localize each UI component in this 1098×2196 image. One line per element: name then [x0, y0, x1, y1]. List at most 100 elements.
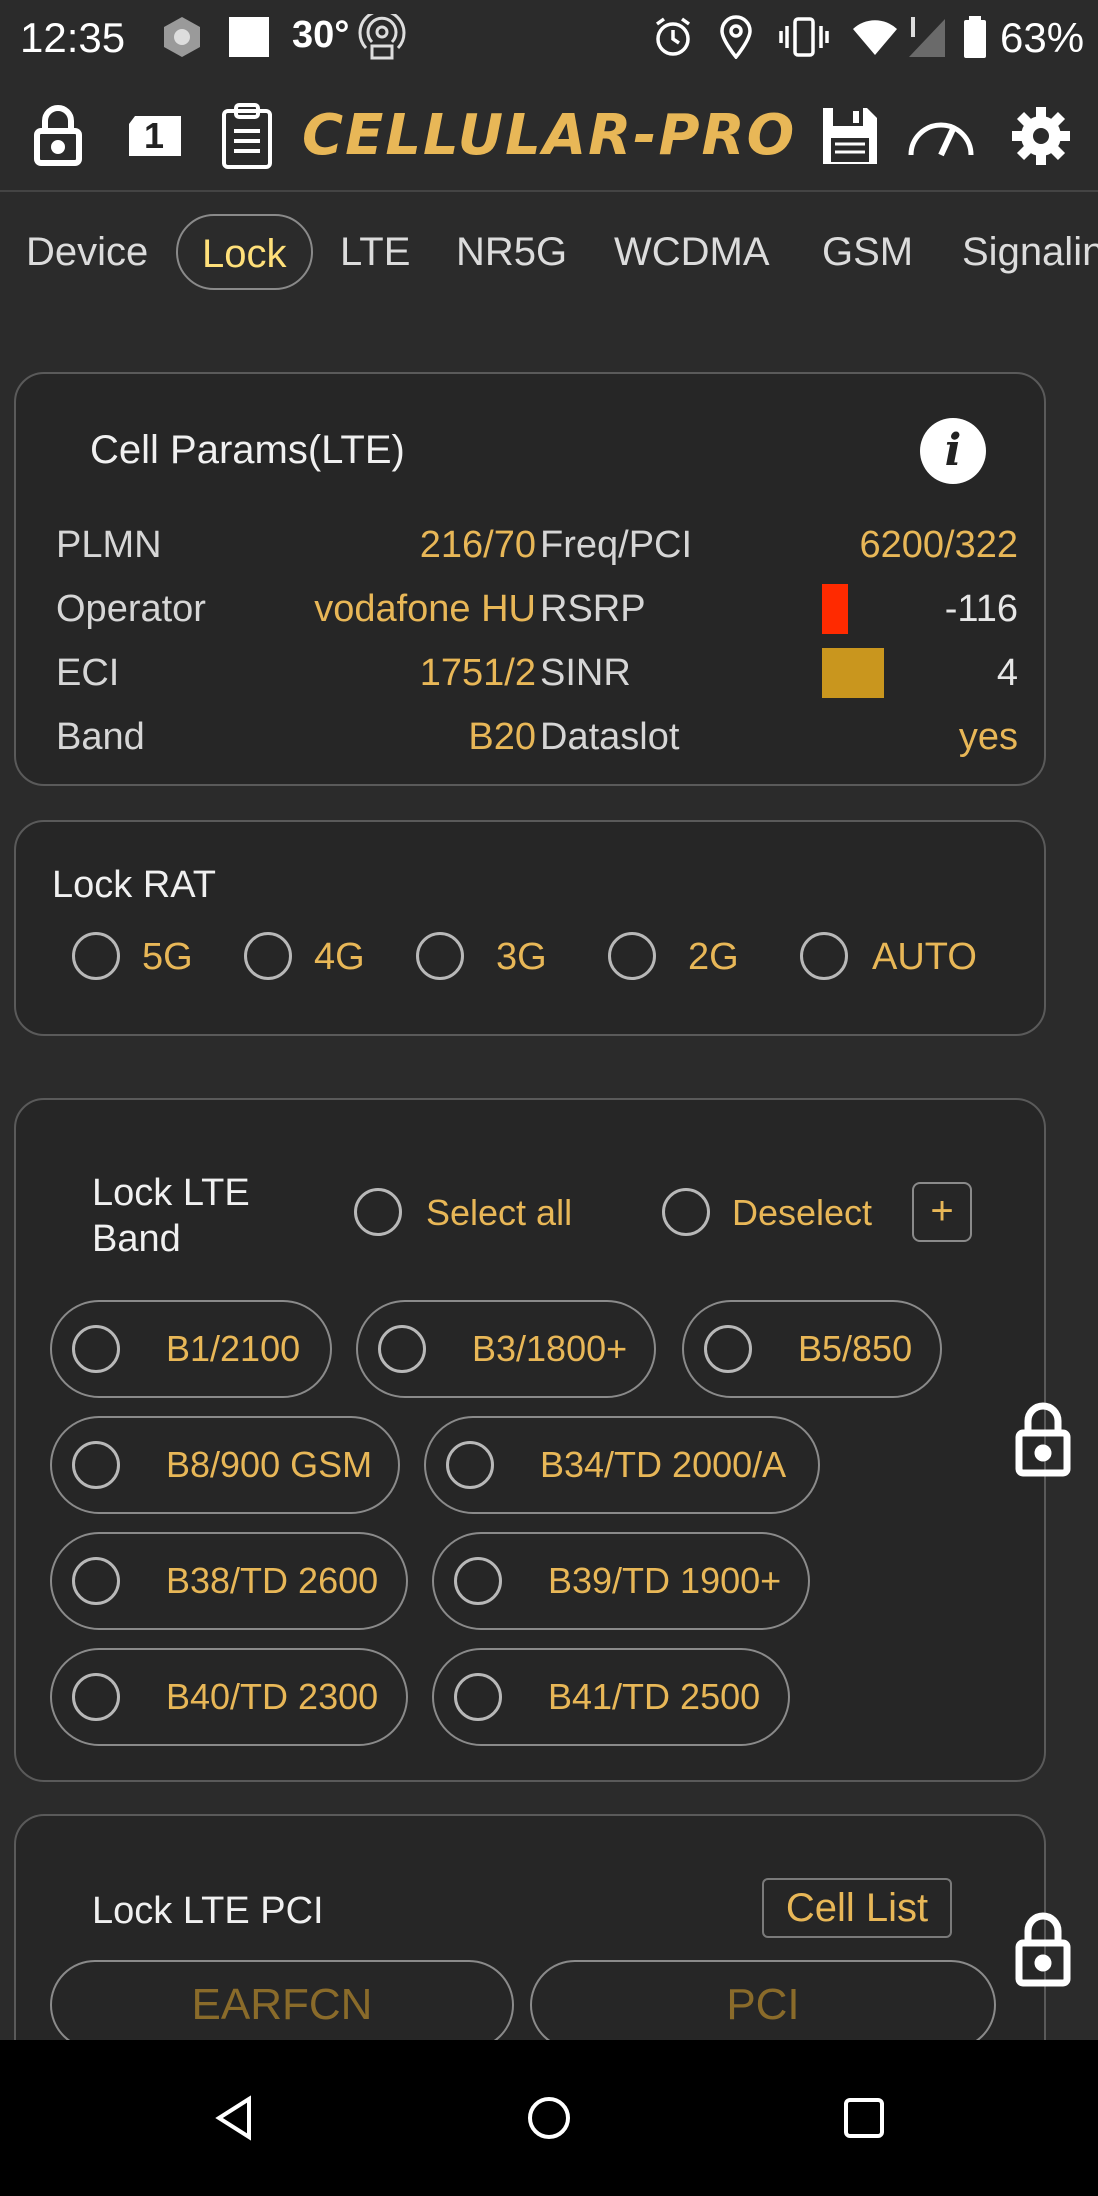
- rat-5g-radio[interactable]: [72, 932, 120, 980]
- band-b34-label: B34/TD 2000/A: [540, 1444, 787, 1485]
- back-triangle-icon: [215, 2095, 251, 2141]
- dataslot-value: yes: [958, 716, 1018, 758]
- band-b40-radio[interactable]: [72, 1673, 120, 1721]
- band-b8-pill[interactable]: B8/900 GSM: [50, 1416, 400, 1514]
- band-b41-label: B41/TD 2500: [548, 1676, 761, 1717]
- settings-button[interactable]: [1008, 98, 1074, 174]
- tab-lock[interactable]: Lock: [176, 214, 313, 290]
- save-button[interactable]: [818, 98, 882, 174]
- info-icon[interactable]: i: [920, 418, 986, 484]
- rsrp-value: -116: [944, 588, 1018, 630]
- cell-list-button[interactable]: Cell List: [762, 1878, 952, 1938]
- band-b39-pill[interactable]: B39/TD 1900+: [432, 1532, 810, 1630]
- rsrp-label: RSRP: [540, 588, 646, 630]
- band-b5-label: B5/850: [798, 1328, 913, 1369]
- band-b5-radio[interactable]: [704, 1325, 752, 1373]
- speed-test-button[interactable]: [904, 98, 978, 174]
- sinr-value: 4: [996, 652, 1018, 694]
- nav-home-button[interactable]: [509, 2078, 589, 2158]
- lock-icon: [1015, 1402, 1071, 1477]
- pci-input[interactable]: PCI: [530, 1960, 996, 2050]
- select-all-radio[interactable]: [354, 1188, 402, 1236]
- select-all-label[interactable]: Select all: [426, 1192, 572, 1234]
- app-brand-logo: CELLULAR-PRO: [302, 103, 797, 168]
- sim-slot-number: 1: [144, 115, 165, 156]
- band-b38-radio[interactable]: [72, 1557, 120, 1605]
- lock-icon: [1015, 1912, 1071, 1987]
- sim-slot-button[interactable]: 1: [122, 98, 188, 174]
- freq-pci-label: Freq/PCI: [540, 524, 693, 566]
- lock-icon: [34, 105, 82, 166]
- app-notification-icon: [158, 14, 206, 60]
- system-navigation-bar: [0, 2040, 1098, 2196]
- deselect-radio[interactable]: [662, 1188, 710, 1236]
- band-b3-pill[interactable]: B3/1800+: [356, 1300, 656, 1398]
- pci-lock-button[interactable]: [1010, 1904, 1076, 1994]
- tab-device[interactable]: Device: [26, 214, 148, 290]
- rat-3g-label[interactable]: 3G: [496, 936, 547, 979]
- cell-params-title: Cell Params(LTE): [90, 428, 405, 472]
- recents-square-icon: [844, 2098, 884, 2138]
- band-b40-label: B40/TD 2300: [166, 1676, 379, 1717]
- band-b1-label: B1/2100: [166, 1328, 301, 1369]
- battery-icon: [960, 14, 990, 60]
- operator-label: Operator: [56, 588, 206, 630]
- cell-params-card: Cell Params(LTE) i PLMN 216/70 Freq/PCI …: [14, 372, 1046, 786]
- status-bar: 12:35 30° 63%: [0, 0, 1098, 76]
- band-b34-radio[interactable]: [446, 1441, 494, 1489]
- rat-auto-label[interactable]: AUTO: [872, 936, 977, 979]
- lock-band-title: Lock LTE Band: [92, 1172, 250, 1260]
- vibrate-icon: [776, 14, 832, 60]
- band-b3-radio[interactable]: [378, 1325, 426, 1373]
- tab-lte[interactable]: LTE: [340, 214, 410, 290]
- band-b34-pill[interactable]: B34/TD 2000/A: [424, 1416, 820, 1514]
- band-b1-radio[interactable]: [72, 1325, 120, 1373]
- status-temperature: 30°: [292, 14, 350, 56]
- nav-back-button[interactable]: [196, 2078, 276, 2158]
- freq-pci-value: 6200/322: [859, 524, 1019, 566]
- app-toolbar: 1 CELLULAR-PRO: [0, 80, 1098, 192]
- deselect-label[interactable]: Deselect: [732, 1192, 872, 1234]
- rat-2g-label[interactable]: 2G: [688, 936, 739, 979]
- band-b38-pill[interactable]: B38/TD 2600: [50, 1532, 408, 1630]
- rat-2g-radio[interactable]: [608, 932, 656, 980]
- tab-nr5g[interactable]: NR5G: [456, 214, 567, 290]
- lock-rat-title: Lock RAT: [52, 864, 217, 906]
- tab-wcdma[interactable]: WCDMA: [614, 214, 770, 290]
- band-b41-pill[interactable]: B41/TD 2500: [432, 1648, 790, 1746]
- gauge-icon: [908, 122, 974, 157]
- band-b5-pill[interactable]: B5/850: [682, 1300, 942, 1398]
- operator-value: vodafone HU: [314, 588, 536, 630]
- eci-label: ECI: [56, 652, 120, 694]
- location-icon: [716, 14, 756, 60]
- tab-signaling[interactable]: Signalin: [962, 214, 1098, 290]
- band-b1-pill[interactable]: B1/2100: [50, 1300, 332, 1398]
- clipboard-icon: [222, 103, 272, 169]
- nav-recents-button[interactable]: [824, 2078, 904, 2158]
- plmn-value: 216/70: [419, 524, 536, 566]
- rat-5g-label[interactable]: 5G: [142, 936, 193, 979]
- lock-button[interactable]: [26, 98, 90, 174]
- rat-3g-radio[interactable]: [416, 932, 464, 980]
- earfcn-input[interactable]: EARFCN: [50, 1960, 514, 2050]
- band-b39-radio[interactable]: [454, 1557, 502, 1605]
- band-lock-button[interactable]: [1010, 1394, 1076, 1484]
- sinr-label: SINR: [540, 652, 631, 694]
- band-b41-radio[interactable]: [454, 1673, 502, 1721]
- band-value: B20: [468, 716, 536, 758]
- clipboard-button[interactable]: [216, 98, 278, 174]
- rat-4g-radio[interactable]: [244, 932, 292, 980]
- battery-percent: 63%: [1000, 14, 1085, 61]
- band-b40-pill[interactable]: B40/TD 2300: [50, 1648, 408, 1746]
- rat-4g-label[interactable]: 4G: [314, 936, 365, 979]
- rat-auto-radio[interactable]: [800, 932, 848, 980]
- sinr-quality-bar: [822, 648, 884, 698]
- add-band-button[interactable]: +: [912, 1182, 972, 1242]
- rsrp-quality-bar: [822, 584, 848, 634]
- square-notification-icon: [226, 14, 272, 60]
- hotspot-icon: [356, 14, 408, 60]
- alarm-icon: [650, 14, 696, 60]
- band-b8-radio[interactable]: [72, 1441, 120, 1489]
- tab-gsm[interactable]: GSM: [822, 214, 913, 290]
- band-b8-label: B8/900 GSM: [166, 1444, 373, 1485]
